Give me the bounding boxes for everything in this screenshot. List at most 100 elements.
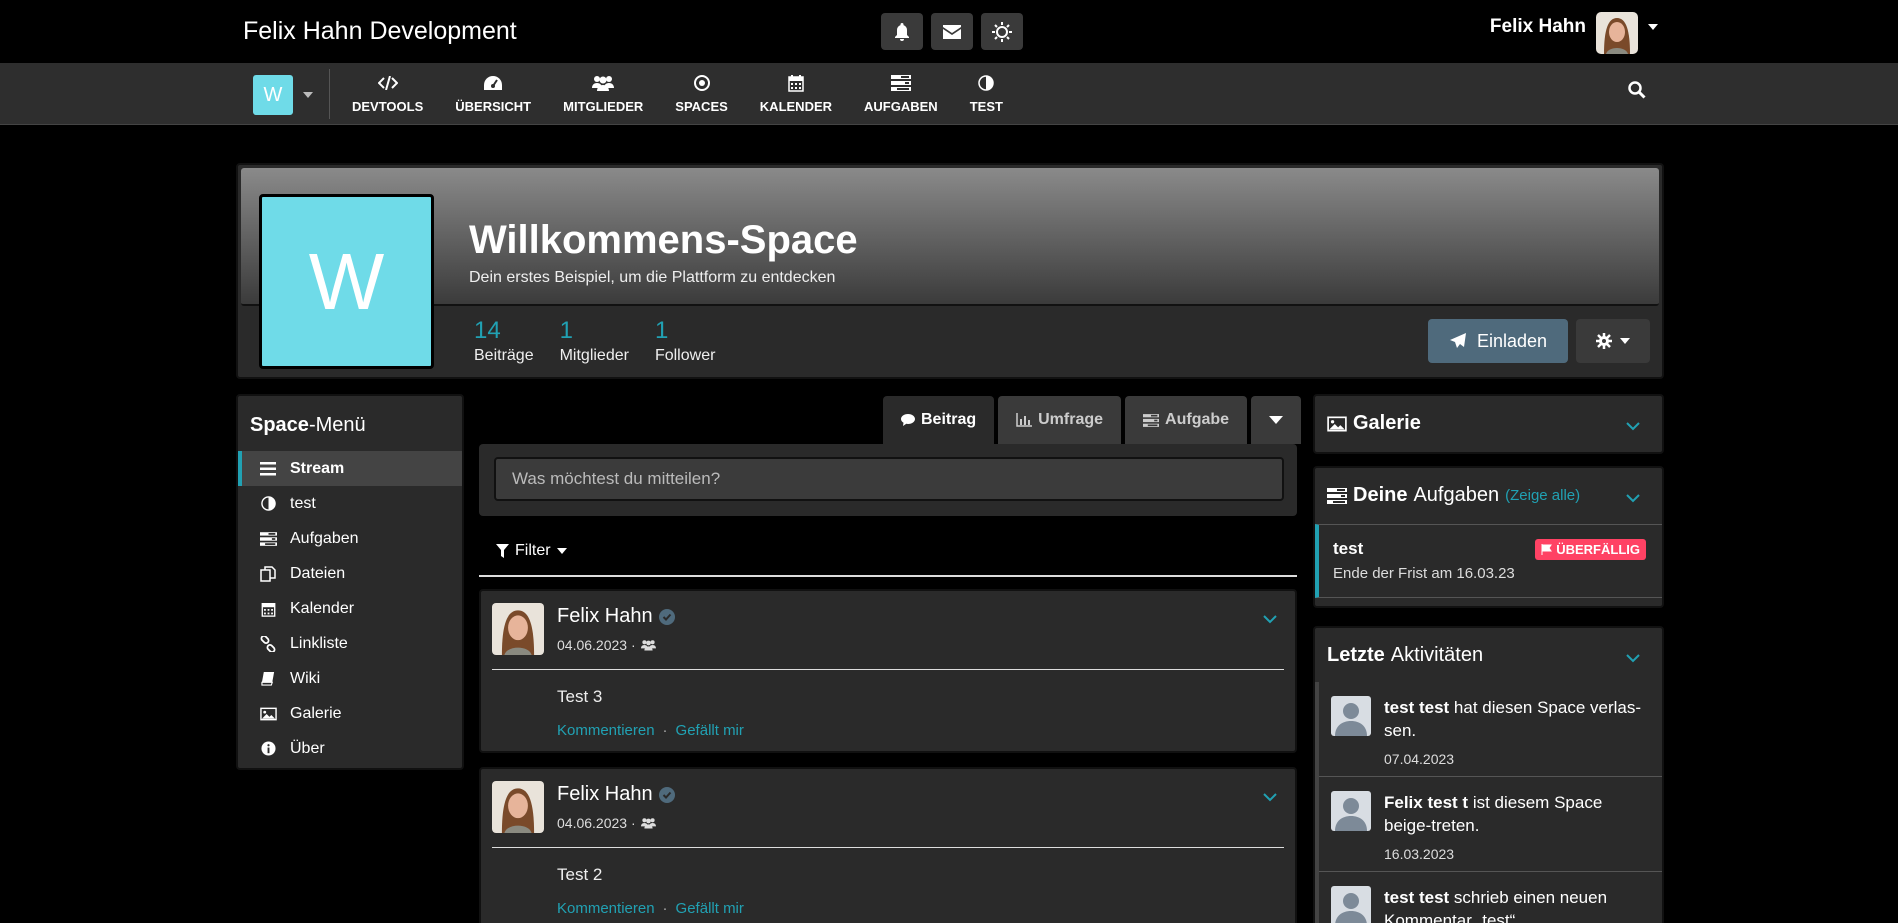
users-icon: [640, 640, 656, 651]
top-bar: Felix Hahn Development Felix Hahn: [0, 0, 1898, 63]
menu-item-wiki[interactable]: Wiki: [238, 661, 462, 696]
show-all-tasks-link[interactable]: (Zeige alle): [1505, 487, 1580, 504]
user-menu-caret-icon: [1648, 24, 1658, 30]
stat-mitglieder[interactable]: 1 Mitglieder: [560, 317, 629, 365]
post-body: Test 2: [557, 865, 603, 884]
activity-item[interactable]: Felix test t ist diesem Space beige-tret…: [1319, 777, 1662, 872]
menu-item-test[interactable]: test: [238, 486, 462, 521]
nav-item-spaces[interactable]: SPACES: [659, 63, 744, 125]
top-icon-group: [881, 13, 1023, 50]
gear-icon: [1596, 333, 1612, 349]
tasks-icon: [890, 75, 911, 91]
chevron-down-icon: [1263, 793, 1277, 802]
dot-circle-icon: [693, 75, 710, 91]
main-nav: W DEVTOOLS ÜBERSICHT MITGLIEDER SPACES K…: [0, 63, 1898, 125]
calendar-icon: [788, 75, 804, 92]
adjust-icon: [978, 75, 995, 91]
space-banner: Willkommens-Space Dein erstes Beispiel, …: [241, 168, 1659, 306]
tab-umfrage[interactable]: Umfrage: [998, 396, 1122, 444]
book-icon: [260, 671, 274, 686]
comment-icon: [901, 414, 915, 426]
post-author[interactable]: Felix Hahn: [557, 605, 675, 628]
menu-item-aufgaben[interactable]: Aufgaben: [238, 521, 462, 556]
space-chooser[interactable]: W: [253, 75, 313, 115]
image-icon: [1327, 416, 1347, 431]
user-name: Felix Hahn: [1489, 16, 1586, 37]
users-icon: [592, 76, 615, 91]
messages-button[interactable]: [931, 13, 973, 50]
comment-link[interactable]: Kommentieren: [557, 900, 655, 917]
menu-item-ueber[interactable]: Über: [238, 731, 462, 766]
post-options-toggle[interactable]: [1263, 611, 1277, 629]
activities-panel: Letzte Aktivitäten test test hat diesen …: [1313, 626, 1664, 923]
more-tabs-dropdown[interactable]: [1251, 396, 1302, 444]
task-item[interactable]: test Ende der Frist am 16.03.23 ÜBERFÄLL…: [1315, 524, 1662, 598]
notifications-button[interactable]: [881, 13, 923, 50]
filter-divider: [479, 575, 1297, 577]
invite-button[interactable]: Einladen: [1428, 319, 1568, 363]
stat-beitraege[interactable]: 14 Beiträge: [474, 317, 534, 365]
nav-item-devtools[interactable]: DEVTOOLS: [336, 63, 439, 125]
post-actions: Kommentieren · Gefällt mir: [557, 900, 744, 917]
post-card: Felix Hahn 04.06.2023 · Test 2 Kommentie…: [479, 767, 1297, 923]
stat-follower[interactable]: 1 Follower: [655, 317, 715, 365]
chevron-down-icon: [303, 92, 313, 98]
task-due-date: Ende der Frist am 16.03.23: [1333, 565, 1515, 582]
activities-collapse-toggle[interactable]: [1626, 650, 1640, 668]
tab-aufgabe[interactable]: Aufgabe: [1125, 396, 1248, 444]
post-meta: 04.06.2023 ·: [557, 815, 656, 831]
nav-item-aufgaben[interactable]: AUFGABEN: [848, 63, 954, 125]
space-chooser-logo: W: [253, 75, 293, 115]
overdue-badge: ÜBERFÄLLIG: [1535, 539, 1646, 560]
activities-panel-title: Letzte Aktivitäten: [1327, 644, 1484, 666]
activity-item[interactable]: test test hat diesen Space verlas-sen. 0…: [1319, 682, 1662, 777]
space-title: Willkommens-Space: [469, 218, 858, 262]
users-icon: [640, 818, 656, 829]
filter-dropdown[interactable]: Filter: [496, 542, 567, 560]
tasks-panel-title: Deine Aufgaben (Zeige alle): [1315, 468, 1662, 523]
post-card: Felix Hahn 04.06.2023 · Test 3 Kommentie…: [479, 589, 1297, 753]
tasks-icon: [1327, 487, 1347, 504]
menu-item-dateien[interactable]: Dateien: [238, 556, 462, 591]
theme-toggle-button[interactable]: [981, 13, 1023, 50]
space-menu-title: Space-Menü: [250, 414, 366, 436]
chevron-down-icon: [1626, 494, 1640, 503]
nav-divider: [329, 69, 330, 119]
user-menu[interactable]: Felix Hahn: [1490, 12, 1658, 54]
activity-list: test test hat diesen Space verlas-sen. 0…: [1315, 682, 1662, 923]
post-author[interactable]: Felix Hahn: [557, 783, 675, 806]
space-stats: 14 Beiträge 1 Mitglieder 1 Follower: [474, 317, 715, 365]
post-divider: [492, 669, 1284, 670]
link-icon: [260, 635, 276, 652]
post-options-toggle[interactable]: [1263, 789, 1277, 807]
like-link[interactable]: Gefällt mir: [676, 900, 744, 917]
like-link[interactable]: Gefällt mir: [676, 722, 744, 739]
tab-beitrag[interactable]: Beitrag: [883, 396, 995, 444]
menu-item-stream[interactable]: Stream: [238, 451, 462, 486]
menu-item-galerie[interactable]: Galerie: [238, 696, 462, 731]
bar-chart-icon: [1016, 413, 1033, 427]
menu-item-linkliste[interactable]: Linkliste: [238, 626, 462, 661]
calendar-icon: [261, 602, 275, 617]
filter-icon: [496, 544, 509, 558]
activity-item[interactable]: test test schrieb einen neuen Kommentar …: [1319, 872, 1662, 923]
menu-item-kalender[interactable]: Kalender: [238, 591, 462, 626]
nav-item-kalender[interactable]: KALENDER: [744, 63, 848, 125]
space-description: Dein erstes Beispiel, um die Plattform z…: [469, 269, 836, 286]
verified-icon: [658, 608, 675, 625]
brand-title[interactable]: Felix Hahn Development: [243, 17, 517, 46]
comment-link[interactable]: Kommentieren: [557, 722, 655, 739]
nav-item-test[interactable]: TEST: [954, 63, 1019, 125]
nav-item-mitglieder[interactable]: MITGLIEDER: [547, 63, 659, 125]
chevron-down-icon: [556, 548, 567, 554]
space-settings-button[interactable]: [1576, 319, 1650, 363]
nav-item-uebersicht[interactable]: ÜBERSICHT: [439, 63, 547, 125]
search-icon: [1628, 81, 1646, 99]
tasks-collapse-toggle[interactable]: [1626, 490, 1640, 508]
post-input[interactable]: Was möchtest du mitteilen?: [494, 457, 1284, 501]
flag-icon: [1541, 544, 1553, 555]
author-avatar[interactable]: [492, 781, 544, 833]
author-avatar[interactable]: [492, 603, 544, 655]
search-button[interactable]: [1628, 81, 1646, 104]
gallery-collapse-toggle[interactable]: [1626, 418, 1640, 436]
